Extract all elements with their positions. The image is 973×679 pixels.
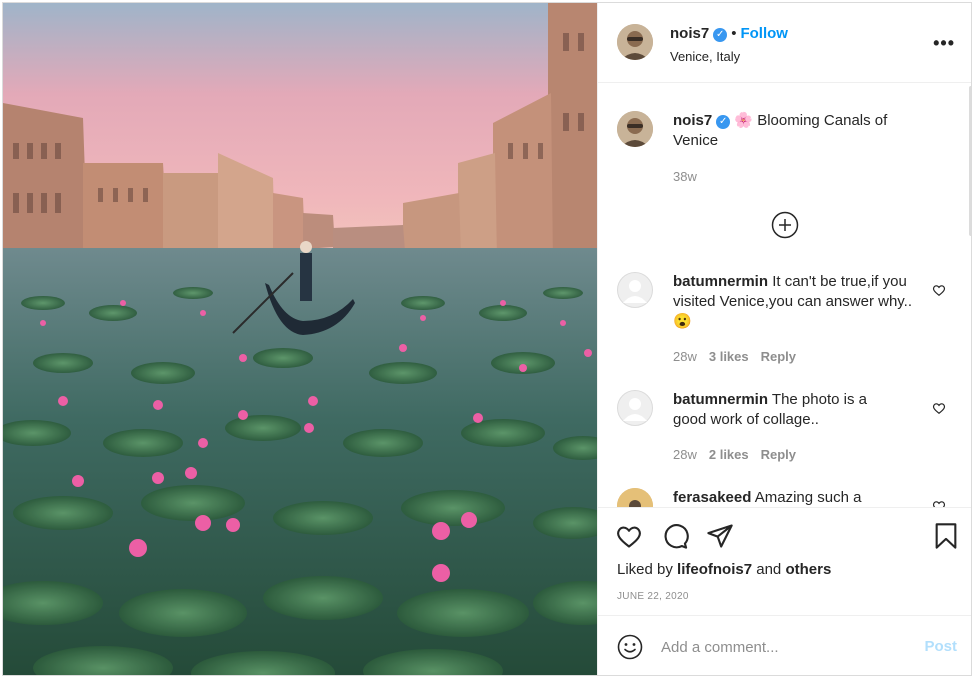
comment-likes[interactable]: 3 likes (709, 349, 749, 364)
like-heart-icon[interactable] (615, 522, 643, 550)
reply-button[interactable]: Reply (761, 349, 796, 364)
comment-text: batumnermin It can't be true,if you visi… (673, 272, 918, 332)
separator-dot: • (731, 25, 737, 42)
flower-emoji: 🌸 (734, 112, 754, 129)
liked-by-text: Liked by lifeofnois7 and others (617, 561, 831, 578)
avatar[interactable] (617, 272, 653, 308)
username-link[interactable]: nois7 (670, 25, 709, 42)
comment-age[interactable]: 28w (673, 447, 697, 462)
comment-username[interactable]: batumnermin (673, 391, 768, 408)
liked-by-prefix: Liked by (617, 561, 673, 578)
verified-badge-icon: ✓ (713, 28, 728, 42)
avatar[interactable] (617, 390, 653, 426)
post-photo[interactable] (3, 3, 597, 675)
like-comment-heart-icon[interactable] (932, 283, 946, 297)
post-date[interactable]: JUNE 22, 2020 (617, 591, 689, 602)
follow-button[interactable]: Follow (740, 25, 788, 42)
post-modal: nois7 ✓ • Follow Venice, Italy ••• nois7 ✓ (2, 2, 972, 676)
comment-meta: 28w 2 likes Reply (673, 447, 808, 462)
emoji-smiley-icon[interactable] (617, 634, 643, 660)
save-bookmark-icon[interactable] (932, 522, 960, 550)
comments-list[interactable]: nois7✓ 🌸 Blooming Canals of Venice 38w (598, 84, 971, 507)
avatar-photo-icon (617, 111, 653, 147)
comment-likes[interactable]: 2 likes (709, 447, 749, 462)
action-bar: Liked by lifeofnois7 and others JUNE 22,… (598, 507, 971, 615)
post-comment-button[interactable]: Post (924, 638, 957, 655)
comment-body: Amazing such a (754, 489, 862, 506)
comment-bubble-icon[interactable] (661, 522, 689, 550)
liked-by-joiner: and (756, 561, 782, 578)
liked-by-others[interactable]: others (785, 561, 831, 578)
load-more-comments-icon[interactable] (771, 211, 799, 239)
comment-text: ferasakeed Amazing such a (673, 488, 913, 507)
header-username-line: nois7 ✓ • Follow (670, 25, 788, 42)
default-avatar-icon (623, 280, 647, 303)
avatar-photo-icon (617, 488, 653, 507)
comment-username[interactable]: ferasakeed (673, 489, 751, 506)
comment-age[interactable]: 28w (673, 349, 697, 364)
reply-button[interactable]: Reply (761, 447, 796, 462)
comments-scrollbar[interactable] (969, 86, 971, 236)
share-paper-plane-icon[interactable] (706, 522, 734, 550)
default-avatar-icon (623, 398, 647, 421)
avatar-photo-icon (617, 24, 653, 60)
location-link[interactable]: Venice, Italy (670, 49, 740, 64)
avatar[interactable] (617, 111, 653, 147)
add-comment-bar: Post (598, 615, 971, 675)
avatar[interactable] (617, 488, 653, 507)
like-comment-heart-icon[interactable] (932, 401, 946, 415)
caption-age[interactable]: 38w (673, 169, 709, 184)
post-sidebar: nois7 ✓ • Follow Venice, Italy ••• nois7 ✓ (597, 3, 971, 675)
post-header: nois7 ✓ • Follow Venice, Italy ••• (598, 3, 971, 83)
verified-badge-icon: ✓ (716, 115, 731, 129)
comment-text: batumnermin The photo is a good work of … (673, 390, 893, 430)
caption-text: nois7 ✓ 🌸 Blooming Canals of Venice (673, 111, 913, 151)
caption-username[interactable]: nois7 (673, 112, 712, 129)
like-comment-heart-icon[interactable] (932, 499, 946, 507)
more-options-icon[interactable]: ••• (933, 33, 955, 54)
liked-by-user[interactable]: lifeofnois7 (677, 561, 752, 578)
avatar[interactable] (617, 24, 653, 60)
comment-username[interactable]: batumnermin (673, 273, 768, 290)
comment-meta: 28w 3 likes Reply (673, 349, 808, 364)
comment-input[interactable] (661, 636, 901, 658)
venice-lotus-canal-image (3, 3, 597, 675)
